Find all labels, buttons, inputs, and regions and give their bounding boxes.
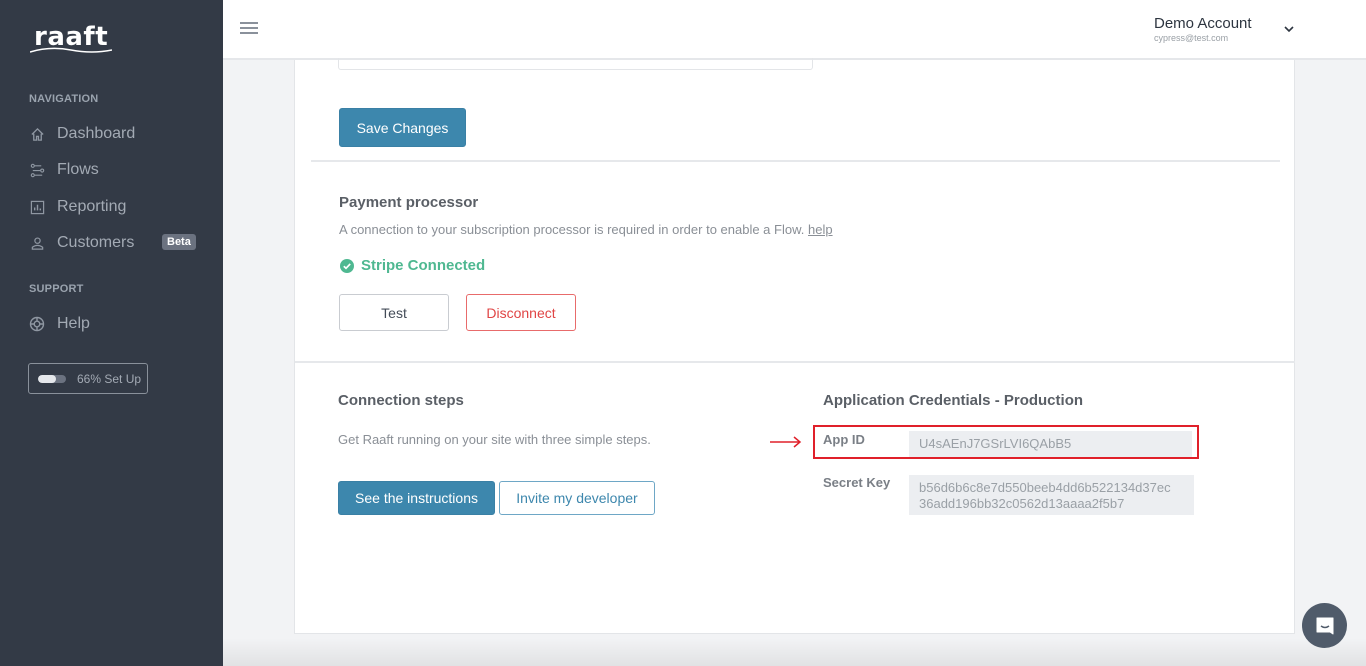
- sidebar-item-label: Help: [57, 315, 90, 332]
- secret-key-line: b56d6b6c8e7d550beeb4dd6b522134d37ec: [919, 480, 1171, 495]
- sidebar-item-help[interactable]: Help: [29, 312, 199, 336]
- credentials-title: Application Credentials - Production: [823, 392, 1084, 409]
- setup-progress-fill: [38, 374, 57, 383]
- check-circle-icon: [340, 258, 354, 273]
- help-link[interactable]: help: [808, 222, 833, 237]
- account-name: Demo Account: [1154, 15, 1252, 32]
- lifebuoy-icon: [29, 316, 45, 332]
- raaft-logo[interactable]: raaft: [30, 22, 112, 56]
- beta-badge: Beta: [162, 234, 196, 250]
- sidebar-item-customers[interactable]: Customers Beta: [29, 231, 199, 255]
- sidebar-item-label: Dashboard: [57, 125, 136, 142]
- settings-card: Save Changes Payment processor A connect…: [294, 58, 1295, 634]
- disconnect-button[interactable]: Disconnect: [466, 294, 576, 331]
- see-instructions-button[interactable]: See the instructions: [338, 481, 495, 515]
- support-heading: SUPPORT: [29, 283, 84, 295]
- chevron-down-icon[interactable]: [1283, 22, 1295, 34]
- flows-icon: [29, 162, 45, 178]
- logo-wave-icon: [30, 47, 112, 53]
- account-menu[interactable]: Demo Account cypress@test.com: [1154, 15, 1252, 43]
- payment-processor-description: A connection to your subscription proces…: [339, 222, 833, 237]
- status-text: Stripe Connected: [361, 257, 486, 274]
- user-icon: [29, 235, 45, 251]
- arrow-right-icon: [770, 436, 802, 448]
- secret-key-label: Secret Key: [823, 475, 891, 490]
- secret-key-value[interactable]: b56d6b6c8e7d550beeb4dd6b522134d37ec 36ad…: [909, 475, 1194, 515]
- chat-launcher-button[interactable]: [1302, 603, 1347, 648]
- connection-steps-title: Connection steps: [338, 392, 464, 409]
- save-changes-button[interactable]: Save Changes: [339, 108, 466, 147]
- app-id-label: App ID: [823, 432, 865, 447]
- connection-steps-description: Get Raaft running on your site with thre…: [338, 432, 651, 447]
- sidebar-item-label: Flows: [57, 161, 99, 178]
- hamburger-icon[interactable]: [240, 22, 258, 36]
- navigation-heading: NAVIGATION: [29, 93, 99, 105]
- setup-progress-bar: [38, 374, 66, 383]
- previous-input-field[interactable]: [338, 58, 813, 70]
- sidebar-item-label: Customers: [57, 234, 135, 251]
- account-email: cypress@test.com: [1154, 33, 1229, 43]
- setup-progress-button[interactable]: 66% Set Up: [28, 363, 148, 394]
- payment-processor-title: Payment processor: [339, 194, 479, 211]
- invite-developer-button[interactable]: Invite my developer: [499, 481, 655, 515]
- setup-progress-label: 66% Set Up: [77, 371, 142, 386]
- chat-icon: [1316, 617, 1333, 634]
- sidebar-item-label: Reporting: [57, 198, 127, 215]
- payment-description-text: A connection to your subscription proces…: [339, 222, 805, 237]
- chart-icon: [29, 199, 45, 215]
- divider: [311, 160, 1280, 162]
- home-icon: [29, 126, 45, 142]
- secret-key-line: 36add196bb32c0562d13aaaa2f5b7: [919, 496, 1125, 511]
- top-header: Demo Account cypress@test.com: [223, 0, 1366, 60]
- divider: [295, 361, 1295, 363]
- sidebar-item-reporting[interactable]: Reporting: [29, 195, 199, 219]
- test-button[interactable]: Test: [339, 294, 449, 331]
- sidebar: raaft NAVIGATION Dashboard Flows Reporti…: [0, 0, 223, 666]
- bottom-shadow: [223, 638, 1366, 666]
- sidebar-item-dashboard[interactable]: Dashboard: [29, 122, 199, 146]
- app-id-value[interactable]: U4sAEnJ7GSrLVI6QAbB5: [909, 431, 1192, 457]
- stripe-connected-status: Stripe Connected: [340, 257, 485, 274]
- sidebar-item-flows[interactable]: Flows: [29, 158, 199, 182]
